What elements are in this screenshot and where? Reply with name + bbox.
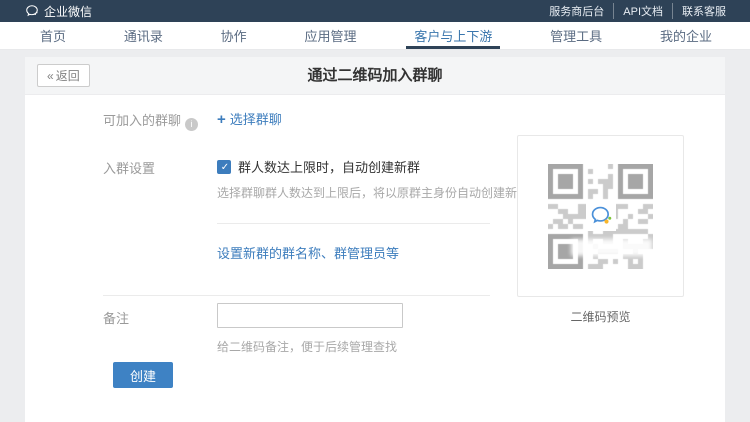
content-card: «返回 通过二维码加入群聊 可加入的群聊i +选择群聊 入群设置 群人数达上限时… — [25, 57, 725, 422]
nav-item-label: 协作 — [221, 26, 247, 45]
wecom-bubble-icon — [25, 4, 39, 18]
nav-item-label: 应用管理 — [304, 26, 356, 45]
app-logo[interactable]: 企业微信 — [25, 3, 92, 20]
qr-code — [548, 164, 653, 269]
nav-item[interactable]: 管理工具 — [550, 22, 602, 49]
nav-item-label: 我的企业 — [660, 26, 712, 45]
back-button-label: 返回 — [56, 67, 80, 84]
select-group-link[interactable]: +选择群聊 — [217, 109, 282, 128]
join-settings-hint: 选择群聊群人数达到上限后，将以原群主身份自动创建新群 — [217, 184, 529, 201]
nav-item-label: 管理工具 — [550, 26, 602, 45]
back-button[interactable]: «返回 — [37, 64, 90, 87]
nav-item[interactable]: 客户与上下游 — [414, 22, 492, 49]
divider — [103, 295, 490, 296]
auto-create-group-checkbox-label[interactable]: 群人数达上限时，自动创建新群 — [238, 157, 420, 176]
remark-input[interactable] — [217, 303, 403, 328]
app-logo-text: 企业微信 — [44, 3, 92, 20]
create-button[interactable]: 创建 — [113, 362, 173, 388]
wecom-qr-logo-icon — [586, 201, 616, 231]
plus-icon: + — [217, 111, 226, 128]
remark-hint: 给二维码备注，便于后续管理查找 — [217, 338, 397, 355]
joinable-group-label: 可加入的群聊i — [103, 110, 198, 131]
nav-item[interactable]: 首页 — [40, 22, 66, 49]
nav-item[interactable]: 通讯录 — [124, 22, 163, 49]
main-nav: 首页 通讯录 协作 应用管理 客户与上下游 管理工具 我的企业 — [0, 22, 750, 50]
divider — [217, 223, 490, 224]
topbar-links: 服务商后台API文档联系客服 — [540, 3, 735, 19]
auto-create-group-row: 群人数达上限时，自动创建新群 — [217, 157, 420, 176]
nav-item-label: 首页 — [40, 26, 66, 45]
qr-blur-mask — [571, 239, 652, 256]
page-title: 通过二维码加入群聊 — [25, 57, 725, 95]
new-group-settings-link[interactable]: 设置新群的群名称、群管理员等 — [217, 243, 399, 262]
remark-label: 备注 — [103, 308, 129, 327]
topbar-link[interactable]: 联系客服 — [672, 3, 735, 19]
info-icon[interactable]: i — [185, 118, 198, 131]
nav-item[interactable]: 应用管理 — [304, 22, 356, 49]
nav-item-label: 客户与上下游 — [414, 26, 492, 45]
topbar-link[interactable]: API文档 — [613, 3, 672, 19]
qr-caption: 二维码预览 — [517, 308, 684, 325]
nav-item[interactable]: 我的企业 — [660, 22, 712, 49]
topbar-link[interactable]: 服务商后台 — [540, 3, 613, 19]
nav-item-label: 通讯录 — [124, 26, 163, 45]
nav-item[interactable]: 协作 — [221, 22, 247, 49]
back-chevron-icon: « — [47, 69, 54, 83]
topbar: 企业微信 服务商后台API文档联系客服 — [0, 0, 750, 22]
card-header: «返回 通过二维码加入群聊 — [25, 57, 725, 95]
qr-preview-panel — [517, 135, 684, 297]
auto-create-group-checkbox[interactable] — [217, 160, 231, 174]
join-settings-label: 入群设置 — [103, 158, 155, 177]
